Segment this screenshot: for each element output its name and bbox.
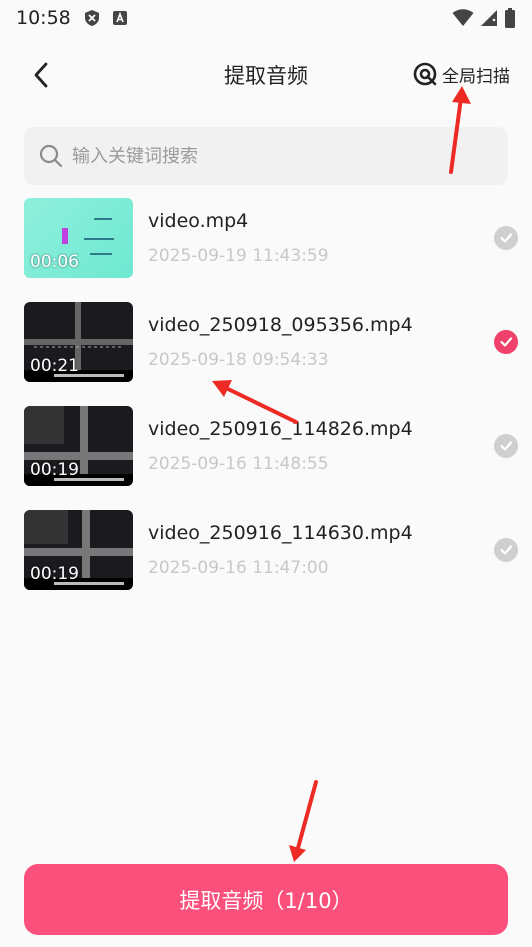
select-checkbox[interactable] [494,538,518,562]
scan-icon [413,62,437,86]
arrow-to-button [296,780,318,850]
select-checkbox[interactable] [494,434,518,458]
select-checkbox[interactable] [494,330,518,354]
check-icon [500,441,513,451]
check-icon [500,545,513,555]
battery-icon [505,8,515,28]
file-datetime: 2025-09-18 09:54:33 [148,350,329,370]
status-bar: 10:58 [0,0,532,36]
file-name: video_250916_114826.mp4 [148,418,413,440]
check-icon [500,337,513,347]
check-icon [500,233,513,243]
cell-signal-icon [481,10,497,26]
file-datetime: 2025-09-16 11:47:00 [148,558,329,578]
file-name: video_250916_114630.mp4 [148,522,413,544]
video-duration: 00:19 [30,460,79,480]
video-list: 00:06 video.mp4 2025-09-19 11:43:59 00:2… [0,198,532,614]
search-bar[interactable] [24,127,508,185]
search-icon [39,144,63,168]
select-checkbox[interactable] [494,226,518,250]
file-name: video.mp4 [148,210,249,232]
accessibility-a-icon [112,11,127,25]
list-item[interactable]: 00:19 video_250916_114826.mp4 2025-09-16… [0,406,532,510]
video-duration: 00:19 [30,564,79,584]
search-input[interactable] [72,145,472,167]
list-item[interactable]: 00:21 video_250918_095356.mp4 2025-09-18… [0,302,532,406]
file-datetime: 2025-09-16 11:48:55 [148,454,329,474]
shield-icon [84,10,99,26]
status-time: 10:58 [16,7,71,29]
list-item[interactable]: 00:06 video.mp4 2025-09-19 11:43:59 [0,198,532,302]
global-scan-button[interactable]: 全局扫描 [412,61,510,87]
global-scan-label: 全局扫描 [442,66,510,87]
video-duration: 00:21 [30,356,79,376]
video-duration: 00:06 [30,252,79,272]
file-datetime: 2025-09-19 11:43:59 [148,246,329,266]
video-thumbnail: 00:19 [24,406,133,486]
video-thumbnail: 00:19 [24,510,133,590]
status-icons-left [83,9,129,27]
list-item[interactable]: 00:19 video_250916_114630.mp4 2025-09-16… [0,510,532,614]
header: 提取音频 全局扫描 [0,48,532,100]
video-thumbnail: 00:06 [24,198,133,278]
status-icons-right [452,8,516,28]
extract-audio-button[interactable]: 提取音频（1/10） [24,864,508,935]
file-name: video_250918_095356.mp4 [148,314,413,336]
wifi-icon [452,9,474,26]
arrow-head-icon [289,845,306,862]
video-thumbnail: 00:21 [24,302,133,382]
